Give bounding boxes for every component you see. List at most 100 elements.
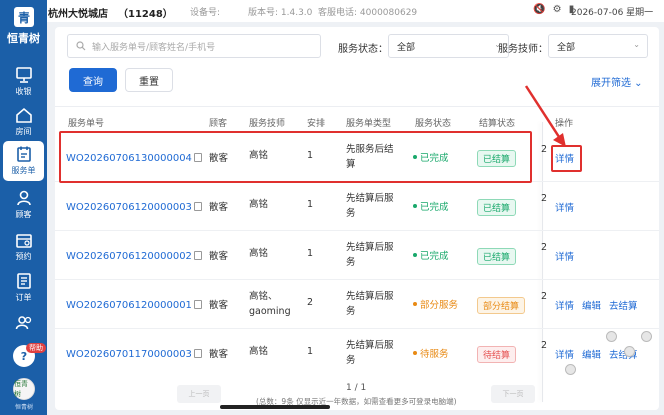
- order-id-link[interactable]: WO20260706120000002: [66, 249, 202, 264]
- float-dot: [624, 346, 635, 357]
- type-cell: 先结算后服务: [346, 291, 394, 317]
- cashier-monitor-icon: [15, 67, 32, 83]
- divider: [55, 106, 659, 107]
- chevron-down-icon: ⌄: [633, 40, 640, 49]
- help-badge: 帮助: [26, 343, 46, 353]
- nav-customers-label: 顾客: [15, 210, 32, 219]
- cut-off-cell: 2: [541, 144, 548, 155]
- customer-cell: 散客: [209, 349, 229, 360]
- app-root: 青 恒青树 收银 房间 服务单 顾客 预约 订单 ? 帮助 恒青树 恒青树 杭州…: [0, 0, 664, 415]
- nav-service-order[interactable]: 服务单: [3, 141, 44, 181]
- table-row: WO20260706120000003 散客 高铭 1 先结算后服务 已完成 已…: [55, 182, 659, 231]
- col-status: 服务状态: [415, 119, 452, 129]
- expand-filter-link[interactable]: 展开筛选 ⌄: [591, 74, 643, 89]
- brand-name: 恒青树: [7, 32, 40, 45]
- store-name: 杭州大悦城店: [48, 9, 108, 20]
- nav-orders-label: 订单: [15, 293, 32, 302]
- cut-off-cell: 2: [541, 340, 548, 351]
- technician-cell: 高铭: [249, 248, 269, 259]
- detail-button[interactable]: 详情: [555, 298, 574, 312]
- edit-button[interactable]: 编辑: [582, 347, 601, 361]
- next-page-button[interactable]: 下一页: [491, 385, 535, 403]
- status-bar: 杭州大悦城店 （11248） 设备号: 版本号: 1.4.3.0 客服电话: 4…: [47, 0, 664, 22]
- status-cell: 已完成: [413, 249, 449, 264]
- page-indicator: 1 / 1: [346, 383, 367, 393]
- sidebar: 青 恒青树 收银 房间 服务单 顾客 预约 订单 ? 帮助 恒青树 恒青树: [0, 0, 47, 415]
- order-id-link[interactable]: WO20260706120000003: [66, 200, 202, 215]
- cut-off-cell: 2: [541, 242, 548, 253]
- avatar-label: 恒青树: [14, 404, 33, 411]
- copy-icon[interactable]: [193, 300, 202, 309]
- count-cell: 1: [307, 248, 314, 259]
- customer-cell: 散客: [209, 202, 229, 213]
- float-dot: [565, 364, 576, 375]
- home-indicator: [220, 405, 330, 409]
- nav-rooms-label: 房间: [15, 127, 32, 136]
- count-cell: 2: [307, 297, 314, 308]
- status-filter-select[interactable]: 全部 ⌄: [388, 34, 509, 58]
- status-icons: 🔇 ⚙ ▮: [533, 4, 577, 15]
- avatar[interactable]: 恒青树: [13, 378, 35, 400]
- tech-filter-label: 服务技师：: [498, 44, 548, 55]
- tech-filter-value: 全部: [557, 42, 576, 53]
- brand-logo: 青: [14, 7, 34, 27]
- technician-cell: 高铭: [249, 199, 269, 210]
- cut-off-cell: 2: [541, 193, 548, 204]
- copy-icon[interactable]: [193, 349, 202, 358]
- search-icon: [76, 41, 86, 51]
- nav-staff[interactable]: [3, 310, 44, 336]
- detail-button[interactable]: 详情: [555, 249, 574, 263]
- col-settle: 结算状态: [479, 119, 516, 129]
- users-icon: [15, 316, 31, 330]
- col-technician: 服务技师: [249, 119, 286, 129]
- col-actions: 操作: [555, 119, 574, 129]
- count-cell: 1: [307, 199, 314, 210]
- settle-button[interactable]: 去结算: [609, 298, 638, 312]
- tech-filter-select[interactable]: 全部 ⌄: [548, 34, 648, 58]
- type-cell: 先结算后服务: [346, 193, 394, 219]
- type-cell: 先结算后服务: [346, 340, 394, 366]
- order-list-icon: [16, 273, 31, 289]
- query-button[interactable]: 查询: [69, 68, 117, 92]
- order-id-link[interactable]: WO20260701170000003: [66, 347, 202, 362]
- detail-button[interactable]: 详情: [555, 200, 574, 214]
- settle-badge: 已结算: [477, 248, 517, 265]
- edit-button[interactable]: 编辑: [582, 298, 601, 312]
- home-icon: [15, 107, 32, 123]
- customer-cell: 散客: [209, 251, 229, 262]
- copy-icon[interactable]: [193, 202, 202, 211]
- detail-button[interactable]: 详情: [555, 347, 574, 361]
- status-cell: 待服务: [413, 347, 449, 362]
- nav-cashier[interactable]: 收银: [3, 62, 44, 102]
- nav-appointments[interactable]: 预约: [3, 227, 44, 267]
- calendar-icon: [15, 234, 32, 248]
- highlight-row-box: [59, 131, 532, 183]
- customer-icon: [16, 190, 31, 206]
- float-dot: [641, 331, 652, 342]
- technician-cell: 高铭: [249, 346, 269, 357]
- customer-cell: 散客: [209, 300, 229, 311]
- technician-cell: 高铭、 gaoming: [249, 291, 291, 317]
- count-cell: 1: [307, 346, 314, 357]
- settle-badge: 已结算: [477, 199, 517, 216]
- copy-icon[interactable]: [193, 251, 202, 260]
- prev-page-button[interactable]: 上一页: [177, 385, 221, 403]
- service-order-icon: [16, 146, 31, 162]
- table-row: WO20260706120000001 散客 高铭、 gaoming 2 先结算后…: [55, 280, 659, 329]
- search-placeholder: 输入服务单号/顾客姓名/手机号: [92, 42, 216, 53]
- reset-button[interactable]: 重置: [125, 68, 173, 92]
- nav-orders[interactable]: 订单: [3, 268, 44, 308]
- service-phone: 客服电话: 4000080629: [318, 8, 418, 18]
- settle-badge: 待结算: [477, 346, 517, 363]
- col-order-id: 服务单号: [68, 119, 105, 129]
- nav-appointments-label: 预约: [15, 252, 32, 261]
- status-filter-label: 服务状态：: [338, 44, 388, 55]
- nav-customers[interactable]: 顾客: [3, 185, 44, 225]
- search-input[interactable]: 输入服务单号/顾客姓名/手机号: [67, 34, 321, 58]
- nav-rooms[interactable]: 房间: [3, 102, 44, 142]
- float-dot: [606, 331, 617, 342]
- order-id-link[interactable]: WO20260706120000001: [66, 298, 202, 313]
- nav-service-order-label: 服务单: [11, 166, 36, 175]
- status-cell: 部分服务: [413, 298, 458, 313]
- col-count: 安排: [307, 119, 326, 129]
